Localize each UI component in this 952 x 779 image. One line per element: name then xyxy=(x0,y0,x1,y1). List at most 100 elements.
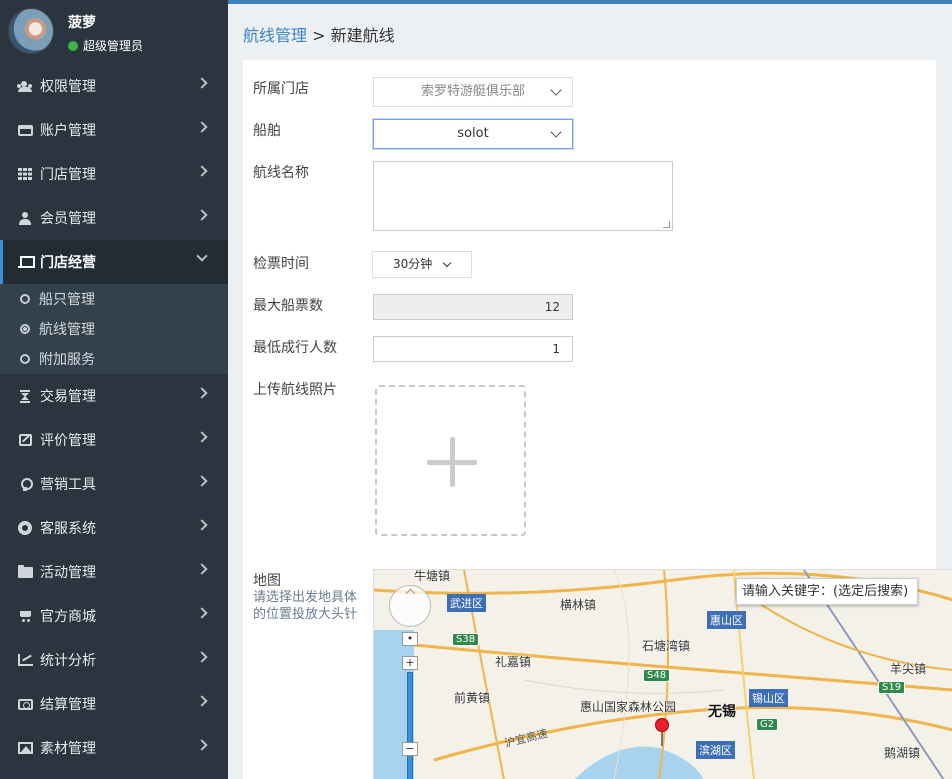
online-status-icon xyxy=(68,40,78,51)
upload-photo-label: 上传航线照片 xyxy=(253,382,337,398)
zoom-reset-button[interactable]: • xyxy=(402,632,418,646)
chevron-right-icon xyxy=(196,651,208,663)
laptop-icon xyxy=(16,254,35,270)
map-pin-icon[interactable] xyxy=(655,718,669,746)
map-district-tag: 惠山区 xyxy=(707,611,746,629)
sidebar-item-shop[interactable]: 官方商城 xyxy=(0,594,228,638)
chevron-right-icon xyxy=(196,739,208,751)
sidebar-subitem-label: 附加服务 xyxy=(39,352,95,368)
max-tickets-input: 12 xyxy=(373,294,573,320)
min-people-label: 最低成行人数 xyxy=(253,340,337,356)
map-label: 地图 xyxy=(253,573,281,589)
check-time-dropdown[interactable]: 30分钟 xyxy=(372,251,472,278)
map-road-shield: S38 xyxy=(452,633,480,646)
users-icon xyxy=(16,78,34,94)
check-time-value: 30分钟 xyxy=(393,257,433,271)
breadcrumb: 航线管理 > 新建航线 xyxy=(243,22,395,46)
sidebar: 菠萝 超级管理员 权限管理 账户管理 门店管理 会员管理 门店经营 船只管理 航… xyxy=(0,0,228,779)
chevron-down-icon xyxy=(550,126,562,138)
profile: 菠萝 超级管理员 xyxy=(0,0,228,64)
sidebar-item-label: 官方商城 xyxy=(40,609,96,625)
store-select-value: 索罗特游艇俱乐部 xyxy=(420,84,525,99)
map-district-tag: 滨湖区 xyxy=(696,741,735,759)
chevron-down-icon xyxy=(196,250,208,262)
store-label: 所属门店 xyxy=(253,81,309,97)
sidebar-item-marketing[interactable]: 营销工具 xyxy=(0,462,228,506)
boat-select[interactable]: solot xyxy=(373,119,573,149)
map-district-tag: 锡山区 xyxy=(749,689,788,707)
sidebar-item-transactions[interactable]: 交易管理 xyxy=(0,374,228,418)
map[interactable]: • + − 牛塘镇 横林镇 石塘湾镇 礼嘉镇 前黄镇 惠山国家森林公园 无锡 羊… xyxy=(373,569,952,779)
circle-icon xyxy=(20,294,30,304)
chevron-right-icon xyxy=(196,77,208,89)
sidebar-item-customer-service[interactable]: 客服系统 xyxy=(0,506,228,550)
map-search-input[interactable]: 请输入关键字：(选定后搜索) xyxy=(736,578,918,605)
map-place-label: 横林镇 xyxy=(560,598,597,612)
folder-icon xyxy=(16,564,34,580)
hourglass-icon xyxy=(16,388,34,404)
map-place-label: 前黄镇 xyxy=(454,691,491,705)
max-tickets-label: 最大船票数 xyxy=(253,298,323,314)
sidebar-item-materials[interactable]: 素材管理 xyxy=(0,726,228,770)
check-time-label: 检票时间 xyxy=(253,256,309,272)
chevron-right-icon xyxy=(196,209,208,221)
store-select[interactable]: 索罗特游艇俱乐部 xyxy=(373,77,573,107)
card-icon xyxy=(16,122,34,138)
image-icon xyxy=(16,740,34,756)
zoom-track[interactable] xyxy=(407,672,413,779)
sidebar-item-members[interactable]: 会员管理 xyxy=(0,196,228,240)
sidebar-item-settlement[interactable]: 结算管理 xyxy=(0,682,228,726)
sidebar-item-label: 评价管理 xyxy=(40,433,96,449)
sidebar-item-label: 门店经营 xyxy=(40,255,96,271)
map-place-label: 鹅湖镇 xyxy=(884,746,921,760)
chevron-right-icon xyxy=(196,563,208,575)
sidebar-item-label: 账户管理 xyxy=(40,123,96,139)
breadcrumb-parent-link[interactable]: 航线管理 xyxy=(243,26,307,45)
breadcrumb-current: 新建航线 xyxy=(330,26,395,45)
sidebar-subitem-routes[interactable]: 航线管理 xyxy=(0,314,228,344)
chevron-right-icon xyxy=(196,695,208,707)
sidebar-item-label: 权限管理 xyxy=(40,79,96,95)
map-place-label: 惠山国家森林公园 xyxy=(580,700,677,714)
user-icon xyxy=(16,210,34,226)
circle-icon xyxy=(20,354,30,364)
map-hint: 请选择出发地具体的位置投放大头针 xyxy=(253,590,358,622)
map-road-shield: G2 xyxy=(756,718,779,731)
sidebar-item-reviews[interactable]: 评价管理 xyxy=(0,418,228,462)
chevron-right-icon xyxy=(196,519,208,531)
sidebar-item-label: 结算管理 xyxy=(40,697,96,713)
profile-name: 菠萝 xyxy=(68,15,96,31)
role-label: 超级管理员 xyxy=(83,39,144,53)
bulb-icon xyxy=(16,476,34,492)
money-icon xyxy=(16,696,34,712)
chevron-down-icon xyxy=(550,84,562,96)
sidebar-subitem-extras[interactable]: 附加服务 xyxy=(0,344,228,374)
zoom-in-button[interactable]: + xyxy=(402,656,418,670)
zoom-out-button[interactable]: − xyxy=(402,742,418,756)
map-pan-control[interactable] xyxy=(389,585,431,627)
upload-photo-button[interactable] xyxy=(375,385,526,536)
map-district-tag: 武进区 xyxy=(447,594,486,612)
min-people-input[interactable]: 1 xyxy=(373,336,573,362)
sidebar-item-stores[interactable]: 门店管理 xyxy=(0,152,228,196)
chart-icon xyxy=(16,652,34,668)
boat-label: 船舶 xyxy=(253,123,281,139)
chevron-right-icon xyxy=(196,165,208,177)
sidebar-item-label: 交易管理 xyxy=(40,389,96,405)
route-name-textarea[interactable] xyxy=(373,161,673,231)
sidebar-item-store-operations[interactable]: 门店经营 xyxy=(0,240,228,284)
sidebar-item-accounts[interactable]: 账户管理 xyxy=(0,108,228,152)
sidebar-item-permissions[interactable]: 权限管理 xyxy=(0,64,228,108)
sidebar-item-label: 素材管理 xyxy=(40,741,96,757)
chevron-right-icon xyxy=(196,607,208,619)
sidebar-item-label: 营销工具 xyxy=(40,477,96,493)
avatar[interactable] xyxy=(8,8,54,54)
sidebar-item-activities[interactable]: 活动管理 xyxy=(0,550,228,594)
sidebar-subitem-boats[interactable]: 船只管理 xyxy=(0,284,228,314)
chevron-right-icon xyxy=(196,475,208,487)
map-city-label: 无锡 xyxy=(708,704,736,720)
sidebar-item-statistics[interactable]: 统计分析 xyxy=(0,638,228,682)
chevron-down-icon xyxy=(442,258,452,268)
chevron-right-icon xyxy=(196,431,208,443)
map-road-shield: S48 xyxy=(643,669,671,682)
